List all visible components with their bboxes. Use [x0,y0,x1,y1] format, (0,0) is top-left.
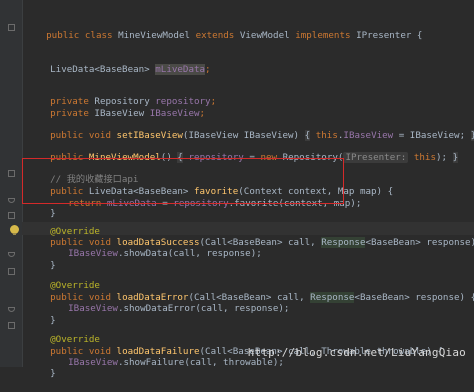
fold-marker-icon[interactable] [8,268,15,275]
code-line-class-declaration[interactable]: public class MineViewModel extends ViewM… [24,18,422,41]
field-ref: repository [188,152,244,163]
fold-marker-icon[interactable] [8,170,15,177]
code-line-setter[interactable]: public void setIBaseView(IBaseView IBase… [28,118,474,141]
statement-end: ); [435,152,448,163]
folded-brace: } [470,130,474,141]
field-ref: repository [173,198,229,209]
method-call: .showData(call, response); [117,248,262,259]
brace: } [50,368,56,379]
keyword: new [260,152,278,163]
field-ref: mLiveData [106,198,157,209]
lightbulb-icon[interactable] [10,225,19,235]
fold-end-icon[interactable] [8,252,15,257]
class-name: MineViewModel [118,30,191,41]
code-line-constructor[interactable]: public MineViewModel() { repository = ne… [28,140,459,163]
field-name: mLiveData [155,64,206,75]
fold-marker-icon[interactable] [8,322,15,329]
editor-gutter[interactable] [0,0,23,367]
parameter-hint: IPresenter: [343,152,409,163]
code-line-field-repository[interactable]: private Repository repository; [28,84,216,107]
field-ref: IBaseView [68,248,118,259]
folded-brace: { [177,152,183,163]
fold-end-icon[interactable] [8,307,15,312]
method-call: .favorite(context, map); [228,198,362,209]
type: Response [321,237,366,248]
assignment: = [156,198,174,209]
params: <BaseBean> response) { [365,237,474,248]
keyword: public [46,30,80,41]
constructor-call: Repository( [277,152,344,163]
code-line-override[interactable]: @Override [28,268,100,291]
field-ref: IBaseView [68,357,118,368]
code-line-comment[interactable]: // 我的收藏接口api [28,162,138,185]
code-line-favorite-body[interactable]: return mLiveData = repository.favorite(c… [46,186,361,209]
code-line-field-ibaseview[interactable]: private IBaseView IBaseView; [28,96,205,119]
semicolon: ; [210,96,217,107]
code-line-closing-brace[interactable]: } [28,196,56,219]
code-line-closing-brace[interactable]: } [28,248,56,271]
parent-class: ViewModel [239,30,290,41]
fold-marker-icon[interactable] [8,212,15,219]
method-call: .showDataError(call, response); [117,303,290,314]
field-ref: IBaseView [68,303,118,314]
keyword: return [68,198,107,209]
code-line-closing-brace[interactable]: } [28,356,56,379]
keyword: class [84,30,113,41]
code-line-closing-brace[interactable]: } [28,303,56,326]
code-line-favorite-signature[interactable]: public LiveData<BaseBean> favorite(Conte… [28,174,393,197]
code-line-success-body[interactable]: IBaseView.showData(call, response); [46,236,262,259]
code-line-override[interactable]: @Override [28,322,100,345]
keyword: this [413,152,436,163]
fold-end-icon[interactable] [8,198,15,203]
folded-brace: } [452,152,459,163]
type: LiveData<BaseBean> [50,64,156,75]
type: Response [310,292,355,303]
fold-marker-icon[interactable] [8,24,15,31]
keyword: implements [295,30,351,41]
watermark: http://blog.csdn.net/LiuYangQiao [247,346,466,359]
keyword: extends [195,30,235,41]
interface-name: IPresenter { [356,30,423,41]
code-line-field-livedata[interactable]: LiveData<BaseBean> mLiveData; [28,52,211,75]
code-editor[interactable]: public class MineViewModel extends ViewM… [0,0,474,379]
params: <BaseBean> response) { [354,292,474,303]
semicolon: ; [205,64,211,75]
params: () [160,152,178,163]
assignment: = [243,152,261,163]
code-line-error-body[interactable]: IBaseView.showDataError(call, response); [46,291,289,314]
